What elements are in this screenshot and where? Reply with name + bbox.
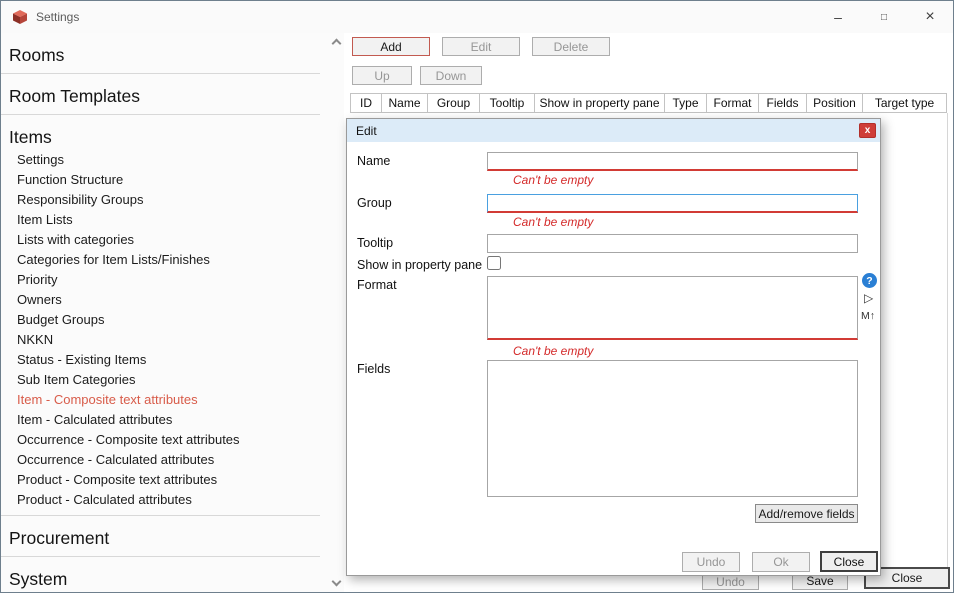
sidebar-item[interactable]: Budget Groups (1, 309, 320, 329)
sidebar-header-room-templates[interactable]: Room Templates (1, 74, 320, 108)
column-header-id[interactable]: ID (350, 94, 382, 112)
sidebar-item[interactable]: Product - Calculated attributes (1, 489, 320, 509)
fields-list[interactable] (487, 360, 858, 497)
add-button[interactable]: Add (352, 37, 430, 56)
dialog-titlebar[interactable]: Edit x (347, 119, 880, 142)
sidebar-item[interactable]: Function Structure (1, 169, 320, 189)
column-header-target-type[interactable]: Target type (863, 94, 947, 112)
window-controls: – □ × (815, 1, 953, 33)
window-title: Settings (36, 10, 79, 24)
sidebar-item-selected[interactable]: Item - Composite text attributes (1, 389, 320, 409)
group-validation-message: Can't be empty (513, 215, 593, 229)
maximize-icon: □ (881, 12, 887, 23)
column-header-name[interactable]: Name (382, 94, 428, 112)
tooltip-label: Tooltip (357, 236, 393, 250)
column-header-type[interactable]: Type (665, 94, 707, 112)
down-button[interactable]: Down (420, 66, 482, 85)
fields-label: Fields (357, 362, 390, 376)
dialog-undo-button[interactable]: Undo (682, 552, 740, 572)
multiline-icon[interactable]: M↑ (861, 310, 875, 322)
help-icon[interactable]: ? (862, 273, 877, 288)
dialog-close-button[interactable]: x (859, 123, 876, 138)
sidebar-item[interactable]: Responsibility Groups (1, 189, 320, 209)
titlebar[interactable]: Settings – □ × (1, 1, 953, 33)
sidebar-item[interactable]: Settings (1, 149, 320, 169)
sidebar-scrollbar[interactable] (330, 33, 344, 592)
column-header-fields[interactable]: Fields (759, 94, 807, 112)
show-in-property-pane-label: Show in property pane (357, 258, 482, 272)
scroll-up-icon[interactable] (333, 37, 341, 45)
sidebar-header-system[interactable]: System (1, 557, 320, 591)
delete-button[interactable]: Delete (532, 37, 610, 56)
sidebar-header-items[interactable]: Items (1, 115, 320, 149)
format-label: Format (357, 278, 397, 292)
play-icon[interactable]: ▷ (864, 291, 873, 305)
group-field[interactable] (487, 194, 858, 213)
sidebar-item[interactable]: Sub Item Categories (1, 369, 320, 389)
edit-dialog: Edit x Name Can't be empty Group Can't b… (346, 118, 881, 576)
add-remove-fields-button[interactable]: Add/remove fields (755, 504, 858, 523)
sidebar-item[interactable]: Item - Calculated attributes (1, 409, 320, 429)
sidebar-header-procurement[interactable]: Procurement (1, 516, 320, 550)
sidebar-item[interactable]: Product - Composite text attributes (1, 469, 320, 489)
column-header-tooltip[interactable]: Tooltip (480, 94, 535, 112)
sidebar-item[interactable]: Status - Existing Items (1, 349, 320, 369)
sidebar-item[interactable]: Occurrence - Calculated attributes (1, 449, 320, 469)
column-header-show-in-property-pane[interactable]: Show in property pane (535, 94, 665, 112)
scroll-down-icon[interactable] (333, 578, 341, 586)
sidebar-section-system: System (1, 557, 320, 592)
sidebar-section-items: Items Settings Function Structure Respon… (1, 115, 320, 516)
sidebar-item[interactable]: Occurrence - Composite text attributes (1, 429, 320, 449)
maximize-button[interactable]: □ (861, 1, 907, 33)
sidebar-item[interactable]: Priority (1, 269, 320, 289)
sidebar-item[interactable]: Categories for Item Lists/Finishes (1, 249, 320, 269)
close-icon: × (925, 8, 934, 26)
sidebar-item[interactable]: Item Lists (1, 209, 320, 229)
sidebar-item[interactable]: Lists with categories (1, 229, 320, 249)
dialog-close-icon: x (865, 125, 871, 136)
settings-window: Settings – □ × Rooms Room Templates Item… (0, 0, 954, 593)
table-header-row: ID Name Group Tooltip Show in property p… (350, 93, 947, 113)
edit-button[interactable]: Edit (442, 37, 520, 56)
sidebar-section-room-templates: Room Templates (1, 74, 320, 115)
sidebar: Rooms Room Templates Items Settings Func… (1, 33, 330, 592)
group-label: Group (357, 196, 392, 210)
format-validation-message: Can't be empty (513, 344, 593, 358)
column-header-position[interactable]: Position (807, 94, 863, 112)
sidebar-section-rooms: Rooms (1, 33, 320, 74)
minimize-icon: – (834, 9, 842, 25)
format-field[interactable] (487, 276, 858, 340)
dialog-ok-button[interactable]: Ok (752, 552, 810, 572)
sidebar-item[interactable]: NKKN (1, 329, 320, 349)
name-label: Name (357, 154, 390, 168)
close-button[interactable]: × (907, 1, 953, 33)
sidebar-header-rooms[interactable]: Rooms (1, 33, 320, 67)
column-header-format[interactable]: Format (707, 94, 759, 112)
table-right-border (947, 113, 948, 581)
name-field[interactable] (487, 152, 858, 171)
sidebar-section-procurement: Procurement (1, 516, 320, 557)
tooltip-field[interactable] (487, 234, 858, 253)
minimize-button[interactable]: – (815, 1, 861, 33)
show-in-property-pane-checkbox[interactable] (487, 256, 501, 270)
column-header-group[interactable]: Group (428, 94, 480, 112)
name-validation-message: Can't be empty (513, 173, 593, 187)
dialog-close-button-bottom[interactable]: Close (820, 551, 878, 572)
up-button[interactable]: Up (352, 66, 412, 85)
app-icon (12, 9, 28, 25)
sidebar-item[interactable]: Owners (1, 289, 320, 309)
dialog-title: Edit (356, 124, 377, 138)
